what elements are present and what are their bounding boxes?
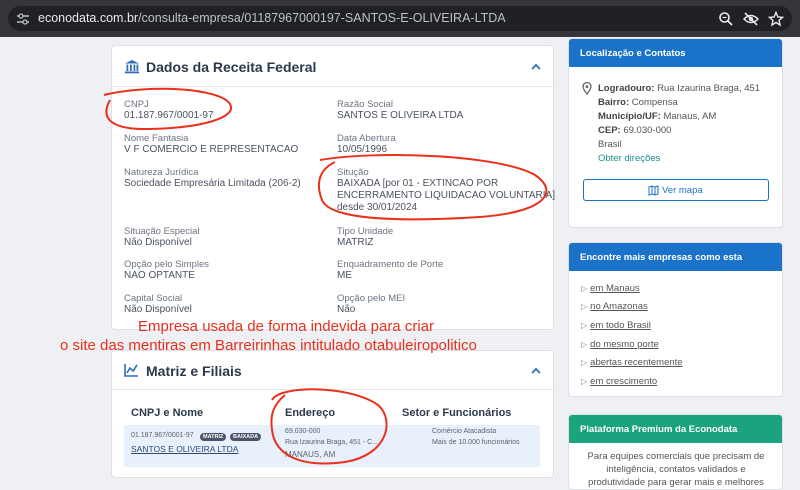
premium-card: Plataforma Premium da Econodata Para equ…: [568, 414, 783, 490]
cnpj-value: 01.187.967/0001-97: [124, 110, 214, 121]
view-map-label: Ver mapa: [662, 185, 703, 196]
link-mesmo-porte[interactable]: ▷ do mesmo porte: [581, 339, 659, 350]
column-header-cnpj: CNPJ e Nome: [131, 407, 204, 419]
cnpj-label: CNPJ: [124, 99, 149, 110]
divider: [112, 86, 553, 87]
map-pin-icon: [582, 82, 592, 95]
link-em-manaus[interactable]: ▷ em Manaus: [581, 283, 640, 294]
porte-value: ME: [337, 270, 352, 281]
eye-off-icon[interactable]: [743, 11, 759, 27]
opcao-mei-value: Não: [337, 304, 356, 315]
chart-line-icon: [124, 364, 138, 377]
bank-icon: [125, 60, 139, 74]
capital-social-label: Capital Social: [124, 293, 183, 304]
premium-text-2: inteligência, contatos validados e: [606, 464, 746, 475]
filiais-title: Matriz e Filiais: [146, 363, 242, 379]
tipo-unidade-value: MATRIZ: [337, 237, 374, 248]
situacao-especial-label: Situação Especial: [124, 226, 200, 237]
column-header-endereco: Endereço: [285, 407, 336, 419]
natureza-label: Natureza Jurídica: [124, 167, 199, 178]
row-street: Rua Izaurina Braga, 451 - C...: [285, 439, 378, 446]
localizacao-card: Localização e Contatos Logradouro: Rua I…: [568, 38, 783, 228]
zoom-icon[interactable]: [718, 11, 734, 27]
star-icon[interactable]: [768, 11, 784, 27]
directions-link[interactable]: Obter direções: [598, 153, 660, 164]
premium-text-1: Para equipes comerciais que precisam de: [587, 451, 765, 462]
situacao-value-line-1: BAIXADA [por 01 - EXTINCAO POR: [337, 178, 499, 189]
map-icon: [648, 185, 659, 196]
opcao-simples-value: NAO OPTANTE: [124, 270, 195, 281]
capital-social-value: Não Disponível: [124, 304, 192, 315]
baixada-badge: BAIXADA: [230, 433, 262, 441]
row-cnpj: 01.187.967/0001-97: [131, 432, 194, 439]
row-setor: Comércio Atacadista: [432, 428, 497, 435]
localizacao-title: Localização e Contatos: [580, 48, 686, 59]
mais-empresas-header: Encontre mais empresas como esta: [569, 243, 782, 271]
row-funcionarios: Mais de 10.000 funcionários: [432, 439, 520, 446]
municipio-line: Município/UF: Manaus, AM: [598, 111, 717, 122]
mais-empresas-card: Encontre mais empresas como esta ▷ em Man…: [568, 242, 783, 397]
receita-federal-card: Dados da Receita Federal CNPJ 01.187.967…: [111, 45, 555, 330]
data-abertura-label: Data Abertura: [337, 133, 396, 144]
porte-label: Enquadramento de Porte: [337, 259, 444, 270]
logradouro-line: Logradouro: Rua Izaurina Braga, 451: [598, 83, 761, 94]
row-city: MANAUS, AM: [285, 450, 336, 459]
situacao-value-line-3: desde 30/01/2024: [337, 202, 418, 213]
razao-social-value: SANTOS E OLIVEIRA LTDA: [337, 110, 464, 121]
natureza-value: Sociedade Empresária Limitada (206-2): [124, 178, 301, 189]
premium-header: Plataforma Premium da Econodata: [569, 415, 782, 443]
row-cep: 69.030-000: [285, 428, 321, 435]
situacao-value-line-2: ENCERRAMENTO LIQUIDACAO VOLUNTARIA]: [337, 190, 555, 201]
chevron-up-icon[interactable]: [530, 61, 542, 73]
company-name-link[interactable]: SANTOS E OLIVEIRA LTDA: [131, 444, 238, 454]
annotation-caption-line-1: Empresa usada de forma indevida para cri…: [138, 318, 434, 335]
tipo-unidade-label: Tipo Unidade: [337, 226, 394, 237]
view-map-button[interactable]: Ver mapa: [583, 179, 769, 201]
annotation-caption-line-2: o site das mentiras em Barreirinhas inti…: [60, 337, 477, 354]
divider: [112, 389, 553, 390]
pais-line: Brasil: [598, 139, 622, 150]
link-em-crescimento[interactable]: ▷ em crescimento: [581, 376, 657, 387]
situacao-especial-value: Não Disponível: [124, 237, 192, 248]
nome-fantasia-value: V F COMERCIO E REPRESENTACAO: [124, 144, 299, 155]
matriz-filiais-card: Matriz e Filiais CNPJ e Nome Endereço Se…: [111, 350, 554, 478]
receita-title: Dados da Receita Federal: [146, 59, 317, 75]
premium-text-3: produtividade para gerar mais e melhores: [588, 477, 764, 488]
column-header-setor: Setor e Funcionários: [402, 407, 512, 419]
url-text[interactable]: econodata.com.br/consulta-empresa/011879…: [38, 11, 506, 25]
chevron-up-icon[interactable]: [530, 365, 542, 377]
link-no-amazonas[interactable]: ▷ no Amazonas: [581, 301, 648, 312]
bairro-line: Bairro: Compensa: [598, 97, 678, 108]
link-todo-brasil[interactable]: ▷ em todo Brasil: [581, 320, 651, 331]
premium-title: Plataforma Premium da Econodata: [580, 424, 738, 435]
situacao-label: Situção: [337, 167, 369, 178]
razao-social-label: Razão Social: [337, 99, 393, 110]
tune-icon[interactable]: [16, 12, 30, 26]
opcao-mei-label: Opção pelo MEI: [337, 293, 406, 304]
mais-empresas-title: Encontre mais empresas como esta: [580, 252, 743, 263]
data-abertura-value: 10/05/1996: [337, 144, 388, 155]
cep-line: CEP: 69.030-000: [598, 125, 672, 136]
matriz-badge: MATRIZ: [200, 433, 227, 441]
browser-toolbar: econodata.com.br/consulta-empresa/011879…: [0, 0, 800, 37]
opcao-simples-label: Opção pelo Simples: [124, 259, 210, 270]
link-abertas-recentemente[interactable]: ▷ abertas recentemente: [581, 357, 683, 368]
localizacao-header: Localização e Contatos: [569, 39, 782, 67]
nome-fantasia-label: Nome Fantasia: [124, 133, 189, 144]
